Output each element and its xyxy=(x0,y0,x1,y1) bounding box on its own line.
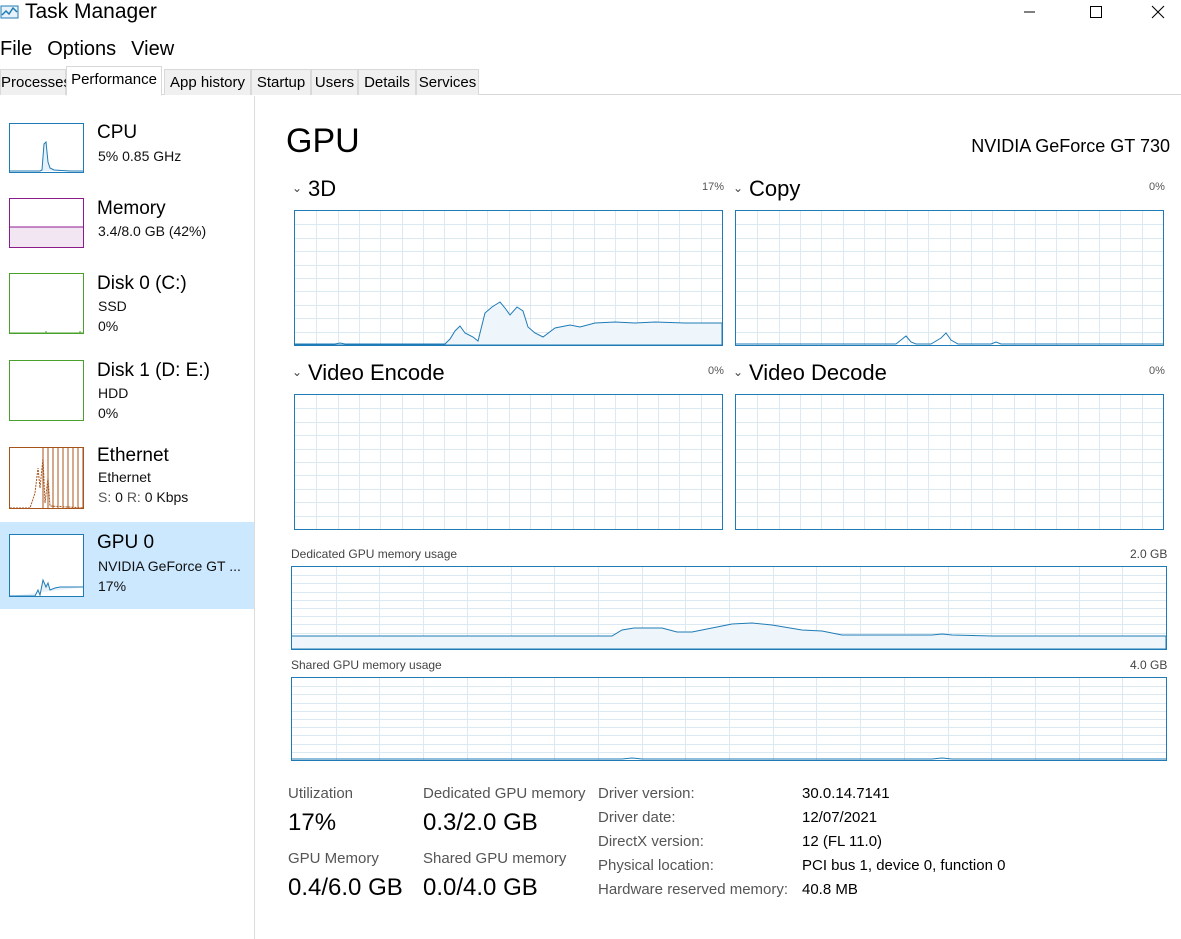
tab-details[interactable]: Details xyxy=(358,69,416,95)
dedicated-gpu-memory-label: Dedicated GPU memory xyxy=(423,785,586,802)
engine-video-decode-label[interactable]: Video Decode xyxy=(749,360,887,386)
task-manager-icon xyxy=(0,5,19,19)
cpu-usage: 5% 0.85 GHz xyxy=(98,148,182,164)
tab-performance[interactable]: Performance xyxy=(66,66,162,96)
menu-view[interactable]: View xyxy=(131,36,189,62)
engine-video-decode-graph-svg xyxy=(736,395,1163,529)
engine-video-encode-percent: 0% xyxy=(708,365,724,377)
hardware-reserved-memory-value: 40.8 MB xyxy=(802,881,858,898)
minimize-icon xyxy=(1024,11,1035,13)
menu-options[interactable]: Options xyxy=(47,36,131,62)
gpu0-model: NVIDIA GeForce GT ... xyxy=(98,558,241,574)
tab-services[interactable]: Services xyxy=(416,69,479,95)
engine-copy-percent: 0% xyxy=(1149,181,1165,193)
tab-bar: Processes Performance App history Startu… xyxy=(0,66,1181,96)
minimize-button[interactable] xyxy=(1007,0,1053,24)
physical-location-value: PCI bus 1, device 0, function 0 xyxy=(802,857,1006,874)
shared-memory-label: Shared GPU memory usage xyxy=(291,658,442,672)
disk0-title: Disk 0 (C:) xyxy=(97,273,187,294)
dedicated-memory-graph-svg xyxy=(292,567,1166,649)
tab-app-history[interactable]: App history xyxy=(164,69,251,95)
utilization-value: 17% xyxy=(288,809,337,836)
engine-copy-graph-svg xyxy=(736,211,1163,345)
tab-startup[interactable]: Startup xyxy=(251,69,311,95)
disk0-thumbnail xyxy=(9,273,84,334)
disk1-type: HDD xyxy=(98,385,129,401)
title-bar: Task Manager xyxy=(0,0,1181,28)
engine-copy-label[interactable]: Copy xyxy=(749,176,800,202)
chevron-down-icon[interactable]: ⌄ xyxy=(733,365,743,379)
shared-memory-graph-svg xyxy=(292,678,1166,760)
gpu0-title: GPU 0 xyxy=(97,532,155,553)
tab-users[interactable]: Users xyxy=(311,69,358,95)
shared-memory-graph xyxy=(291,677,1167,761)
menu-bar: File Options View xyxy=(0,36,189,62)
gpu0-thumbnail xyxy=(9,534,84,597)
ethernet-adapter: Ethernet xyxy=(98,469,151,485)
driver-version-value: 30.0.14.7141 xyxy=(802,785,890,802)
gpu-model-name: NVIDIA GeForce GT 730 xyxy=(971,136,1170,156)
utilization-label: Utilization xyxy=(288,785,354,802)
sidebar-item-ethernet[interactable]: Ethernet Ethernet S: 0 R: 0 Kbps xyxy=(0,445,254,532)
disk1-usage: 0% xyxy=(98,405,119,421)
resource-sidebar: CPU 5% 0.85 GHz Memory 3.4/8.0 GB (42%) … xyxy=(0,96,255,939)
engine-3d-percent: 17% xyxy=(702,181,725,193)
window-title: Task Manager xyxy=(25,0,157,23)
hardware-reserved-memory-label: Hardware reserved memory: xyxy=(598,881,789,898)
engine-video-encode-graph xyxy=(294,394,723,530)
driver-date-label: Driver date: xyxy=(598,809,676,826)
physical-location-label: Physical location: xyxy=(598,857,714,874)
disk0-type: SSD xyxy=(98,298,127,314)
engine-3d-graph xyxy=(294,210,723,346)
page-title: GPU xyxy=(286,122,360,160)
engine-video-encode-graph-svg xyxy=(295,395,722,529)
close-icon xyxy=(1151,5,1165,19)
directx-version-value: 12 (FL 11.0) xyxy=(802,833,883,850)
shared-gpu-memory-value: 0.0/4.0 GB xyxy=(423,874,538,901)
tab-processes[interactable]: Processes xyxy=(0,69,71,95)
disk1-thumbnail xyxy=(9,360,84,421)
sidebar-item-disk1[interactable]: Disk 1 (D: E:) HDD 0% xyxy=(0,358,254,445)
gpu-memory-label: GPU Memory xyxy=(288,850,379,867)
dedicated-gpu-memory-value: 0.3/2.0 GB xyxy=(423,809,538,836)
ethernet-throughput: S: 0 R: 0 Kbps xyxy=(98,489,189,505)
cpu-title: CPU xyxy=(97,122,138,143)
gpu0-usage: 17% xyxy=(98,578,127,594)
engine-copy-graph xyxy=(735,210,1164,346)
shared-memory-max: 4.0 GB xyxy=(1130,658,1168,672)
sidebar-item-disk0[interactable]: Disk 0 (C:) SSD 0% xyxy=(0,271,254,358)
engine-3d-label[interactable]: 3D xyxy=(308,176,336,202)
engine-3d-graph-svg xyxy=(295,211,722,345)
memory-usage: 3.4/8.0 GB (42%) xyxy=(98,223,207,239)
chevron-down-icon[interactable]: ⌄ xyxy=(292,181,302,195)
sidebar-item-cpu[interactable]: CPU 5% 0.85 GHz xyxy=(0,112,254,199)
engine-video-decode-graph xyxy=(735,394,1164,530)
dedicated-memory-graph xyxy=(291,566,1167,650)
menu-file[interactable]: File xyxy=(0,36,47,62)
engine-video-decode-percent: 0% xyxy=(1149,365,1165,377)
maximize-icon xyxy=(1089,5,1102,18)
driver-version-label: Driver version: xyxy=(598,785,695,802)
driver-date-value: 12/07/2021 xyxy=(802,809,878,826)
engine-video-encode-label[interactable]: Video Encode xyxy=(308,360,445,386)
sidebar-item-gpu0[interactable]: GPU 0 NVIDIA GeForce GT ... 17% xyxy=(0,522,254,609)
disk1-title: Disk 1 (D: E:) xyxy=(97,360,210,381)
disk0-usage: 0% xyxy=(98,318,119,334)
shared-gpu-memory-label: Shared GPU memory xyxy=(423,850,567,867)
memory-thumbnail xyxy=(9,198,84,248)
memory-title: Memory xyxy=(97,198,166,219)
dedicated-memory-max: 2.0 GB xyxy=(1130,547,1168,561)
close-button[interactable] xyxy=(1135,0,1181,24)
chevron-down-icon[interactable]: ⌄ xyxy=(733,181,743,195)
chevron-down-icon[interactable]: ⌄ xyxy=(292,365,302,379)
ethernet-title: Ethernet xyxy=(97,445,169,466)
directx-version-label: DirectX version: xyxy=(598,833,704,850)
dedicated-memory-label: Dedicated GPU memory usage xyxy=(291,547,458,561)
maximize-button[interactable] xyxy=(1073,0,1119,24)
cpu-thumbnail xyxy=(9,123,84,173)
ethernet-thumbnail xyxy=(9,447,84,509)
gpu-memory-value: 0.4/6.0 GB xyxy=(288,874,403,901)
